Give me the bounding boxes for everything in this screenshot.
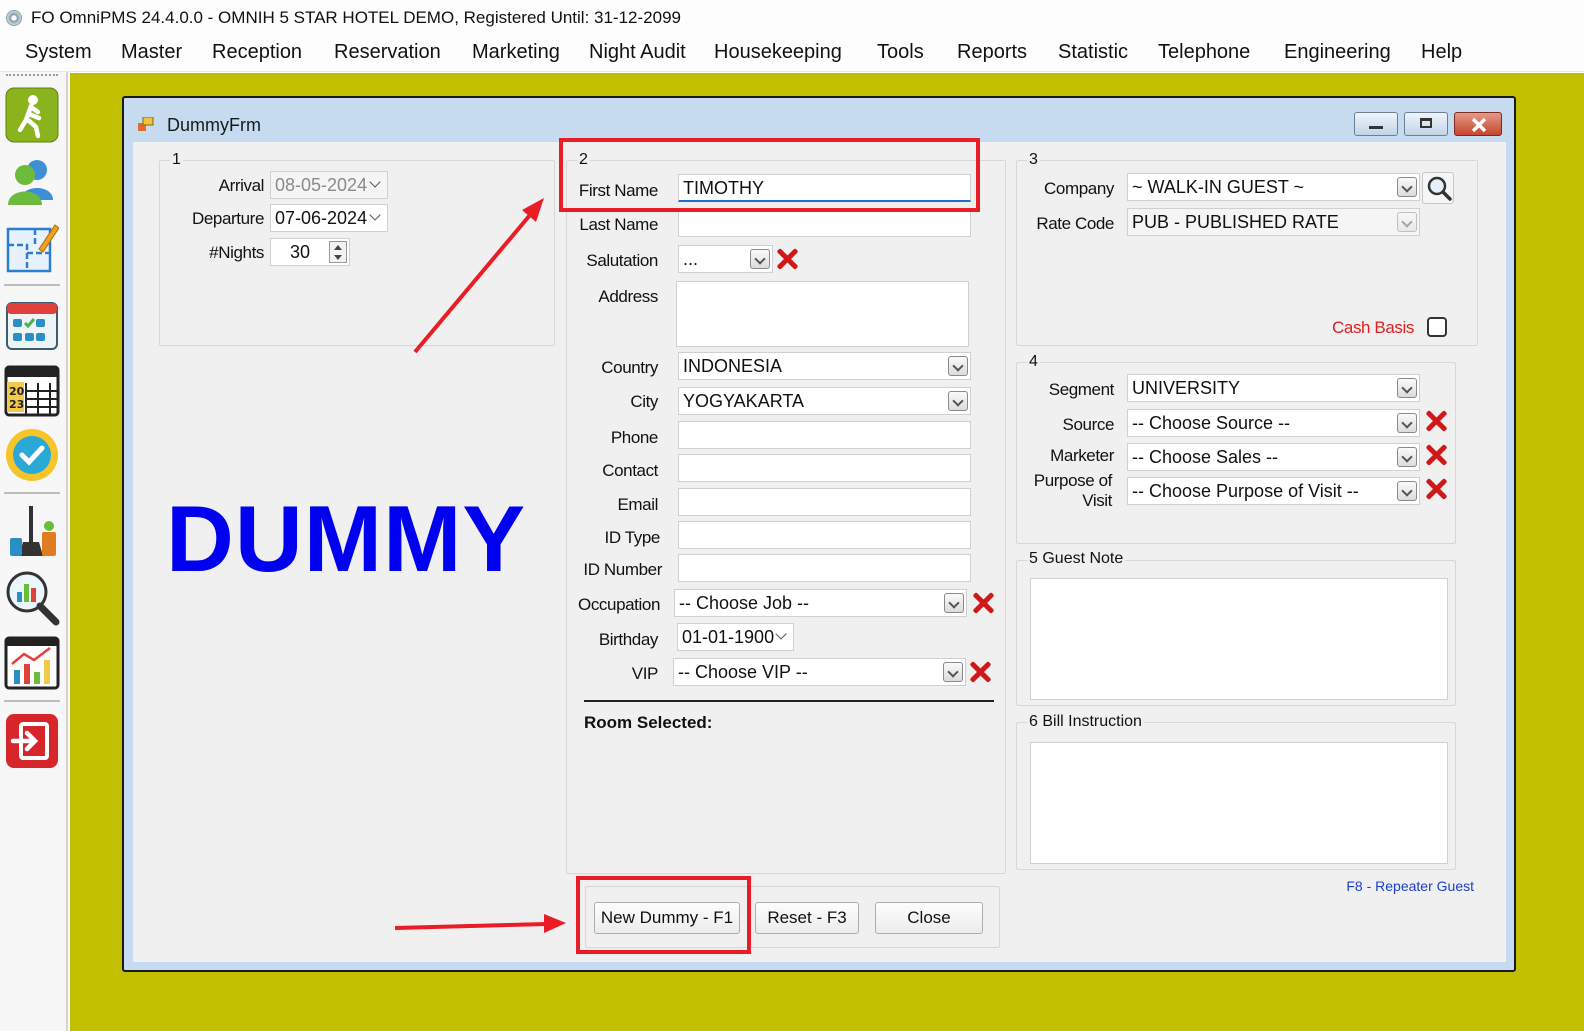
annotation-arrow-to-new-dummy <box>394 922 547 930</box>
annotation-arrows <box>394 198 566 933</box>
annotation-arrow-to-first-name <box>413 213 532 354</box>
annotation-arrowhead <box>544 914 566 933</box>
app-root: FO OmniPMS 24.4.0.0 - OMNIH 5 STAR HOTEL… <box>0 0 1584 1031</box>
